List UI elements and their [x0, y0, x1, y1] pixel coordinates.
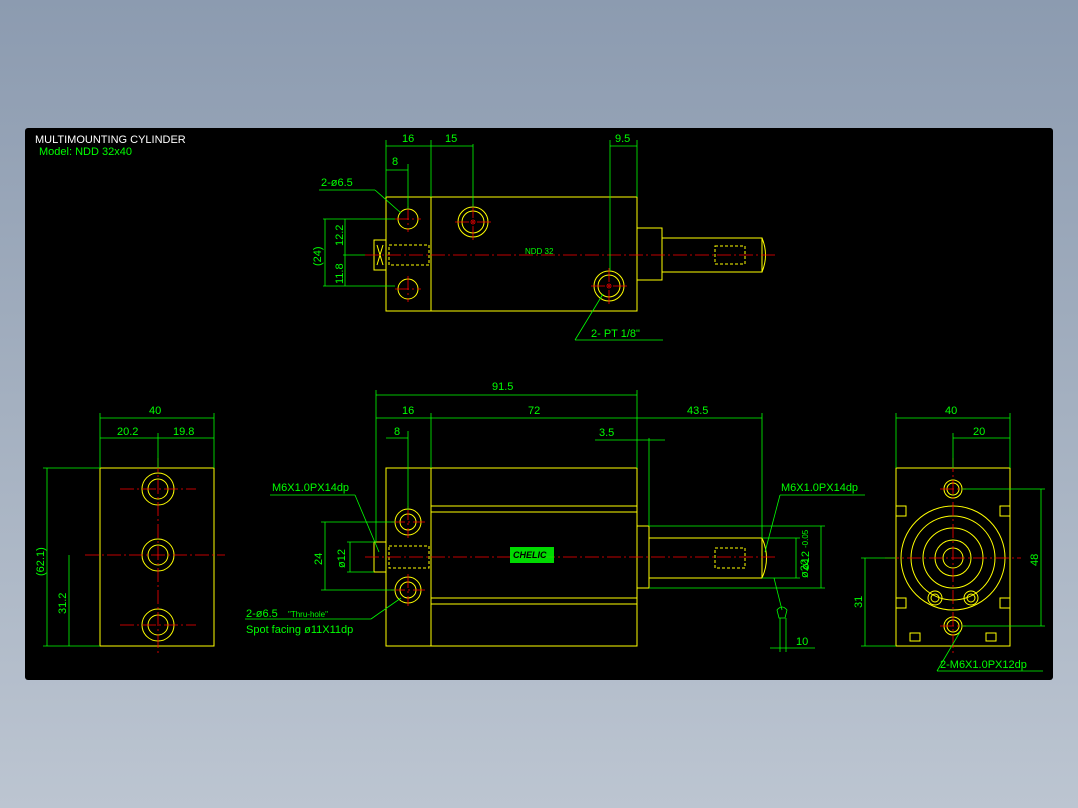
cad-drawing: MULTIMOUNTING CYLINDER Model: NDD 32x40 — [35, 133, 1045, 672]
left-dim-31-2: 31.2 — [57, 593, 69, 614]
top-dim-8: 8 — [392, 156, 398, 168]
front-dim-phi12-left: ø12 — [336, 549, 348, 568]
right-dim-48: 48 — [1029, 554, 1041, 566]
front-hole-callout-1: 2-ø6.5 — [246, 608, 278, 620]
front-dim-72: 72 — [528, 405, 540, 417]
top-port-callout: 2- PT 1/8" — [591, 328, 640, 340]
left-view: 40 20.2 19.8 (62.1) 31.2 — [35, 405, 225, 656]
left-dim-40: 40 — [149, 405, 161, 417]
drawing-model: Model: NDD 32x40 — [39, 146, 132, 158]
top-view-body — [385, 196, 638, 312]
right-dim-20: 20 — [973, 426, 985, 438]
right-dim-40: 40 — [945, 405, 957, 417]
front-view: CHELIC 91.5 16 72 43.5 8 3.5 M6X1.0PX14d… — [245, 381, 865, 652]
top-center-label: NDD 32 — [525, 247, 554, 256]
front-hole-callout-1-sub: "Thru-hole" — [288, 610, 328, 619]
brand-badge-text: CHELIC — [513, 550, 547, 560]
top-hole-callout: 2-ø6.5 — [321, 177, 353, 189]
front-hole-callout-2: Spot facing ø11X11dp — [246, 624, 353, 636]
left-dim-20-2: 20.2 — [117, 426, 138, 438]
left-dim-19-8: 19.8 — [173, 426, 194, 438]
front-dim-24: 24 — [313, 553, 325, 565]
top-dim-16: 16 — [402, 133, 414, 145]
top-view: NDD 32 16 15 9.5 8 2-ø6.5 (24) 12.2 11.8… — [312, 133, 775, 341]
left-dim-62-1: (62.1) — [35, 547, 47, 576]
cad-canvas: MULTIMOUNTING CYLINDER Model: NDD 32x40 — [25, 128, 1053, 680]
front-dim-16: 16 — [402, 405, 414, 417]
front-dim-phi22-tol: -0.05 — [801, 529, 810, 548]
top-dim-15: 15 — [445, 133, 457, 145]
right-dim-31: 31 — [853, 596, 865, 608]
top-dim-24: (24) — [312, 246, 324, 266]
front-thread-left: M6X1.0PX14dp — [272, 482, 349, 494]
front-dim-phi22: ø22 — [799, 559, 811, 578]
front-dim-3-5: 3.5 — [599, 427, 614, 439]
top-dim-11-8: 11.8 — [334, 263, 346, 284]
front-dim-91-5: 91.5 — [492, 381, 513, 393]
right-thread-callout: 2-M6X1.0PX12dp — [940, 659, 1027, 671]
front-dim-43-5: 43.5 — [687, 405, 708, 417]
front-dim-8: 8 — [394, 426, 400, 438]
top-dim-12-2: 12.2 — [334, 225, 346, 246]
left-view-body — [99, 467, 215, 647]
front-dim-10: 10 — [796, 636, 808, 648]
drawing-title: MULTIMOUNTING CYLINDER — [35, 134, 186, 146]
top-dim-9-5: 9.5 — [615, 133, 630, 145]
right-view: 40 20 48 31 2-M6X1.0PX12dp — [853, 405, 1045, 672]
front-thread-right: M6X1.0PX14dp — [781, 482, 858, 494]
